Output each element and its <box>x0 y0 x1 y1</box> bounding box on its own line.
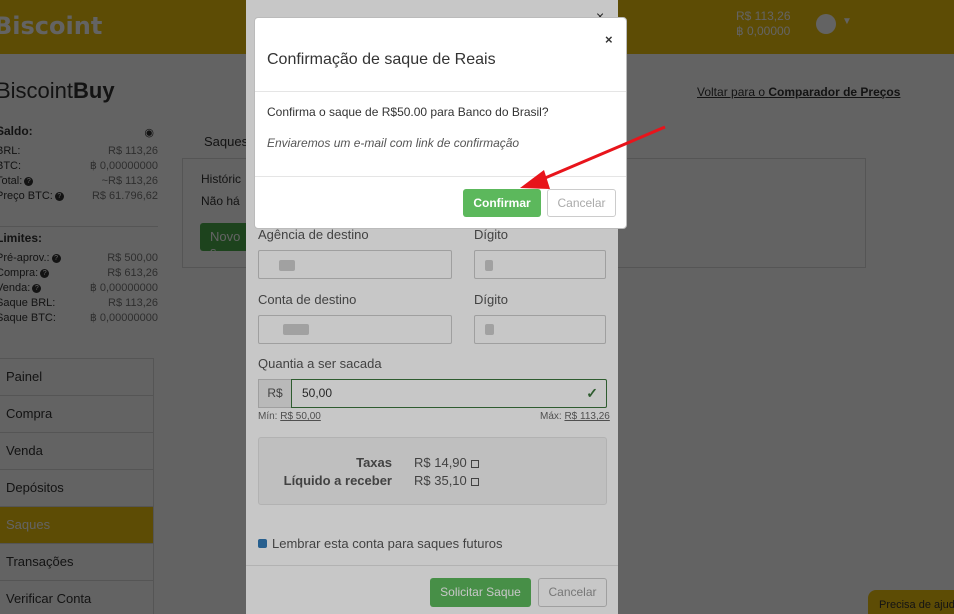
close-icon[interactable]: × <box>605 32 613 47</box>
divider <box>255 176 626 177</box>
confirm-message: Confirma o saque de R$50.00 para Banco d… <box>267 105 549 119</box>
confirm-modal: × Confirmação de saque de Reais Confirma… <box>254 17 627 229</box>
confirm-modal-title: Confirmação de saque de Reais <box>267 51 496 68</box>
confirm-button[interactable]: Confirmar <box>463 189 541 217</box>
cancel-button[interactable]: Cancelar <box>547 189 616 217</box>
confirm-note: Enviaremos um e-mail com link de confirm… <box>267 136 520 150</box>
divider <box>255 91 626 92</box>
